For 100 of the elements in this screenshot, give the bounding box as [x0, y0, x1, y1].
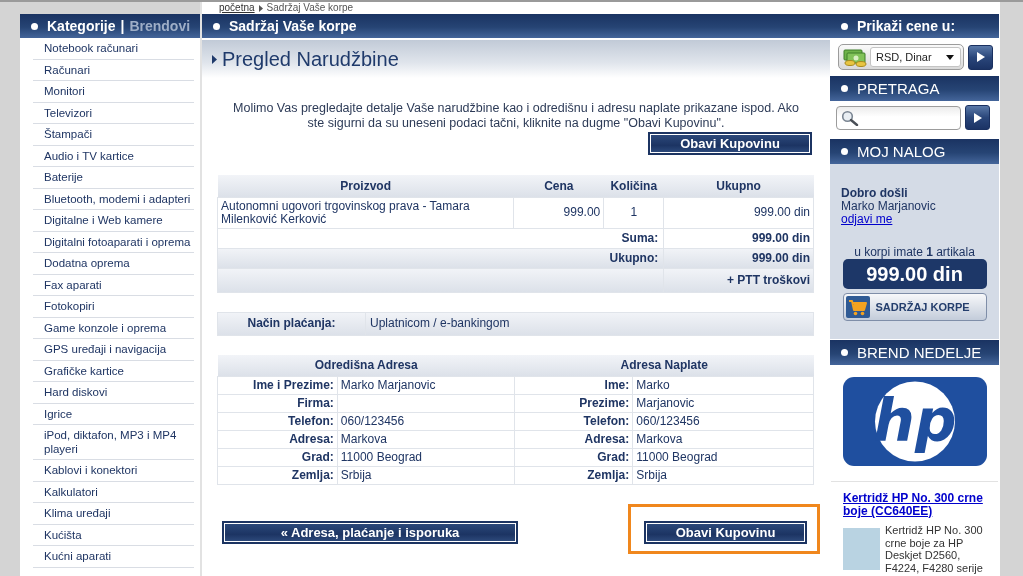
tab-separator: | — [120, 18, 125, 34]
address-label: Prezime: — [515, 394, 633, 413]
category-link[interactable]: Kućni aparati — [33, 546, 194, 568]
summary-label: Ukupno: — [217, 248, 664, 268]
category-link[interactable]: Fotokopiri — [33, 296, 194, 318]
currency-select[interactable]: RSD, Dinar — [838, 44, 964, 70]
address-label: Ime i Prezime: — [217, 376, 338, 395]
header-title: MOJ NALOG — [857, 142, 946, 161]
category-link[interactable]: Kalkulatori — [33, 481, 194, 503]
address-value: Markova — [632, 430, 814, 449]
column-header: Adresa Naplate — [515, 354, 814, 377]
category-link[interactable]: Igrice — [33, 403, 194, 425]
header-title: PRETRAGA — [857, 79, 940, 98]
column-header: Proizvod — [217, 175, 514, 197]
photo-placeholder — [843, 528, 880, 570]
category-link[interactable]: Kućišta — [33, 524, 194, 546]
address-label: Firma: — [217, 394, 338, 413]
intro-text: Molimo Vas pregledajte detalje Vaše narudžbine kao i odredišnu i adresu naplate prikazane ispod. Ako ste sigurni da su uneseni podaci tačni, kliknite na dugme "Obavi Kupovinu". — [232, 101, 800, 131]
address-label: Grad: — [515, 448, 633, 467]
address-value: 060/123456 — [632, 412, 814, 431]
logout-link[interactable]: odjavi me — [841, 213, 893, 226]
page-heading: Pregled Narudžbine — [222, 47, 399, 71]
summary-value: 999.00 din — [663, 228, 814, 248]
cart-total: 999.00 din — [842, 259, 987, 289]
column-header: Količina — [603, 175, 664, 197]
table-cell: 999.00 din — [663, 197, 814, 228]
category-link[interactable]: Grafičke kartice — [33, 360, 194, 382]
table-cell: Autonomni ugovori trgovinskog prava - Tamara Milenković Kerković — [217, 197, 514, 228]
category-link[interactable]: Game konzole i oprema — [33, 317, 194, 339]
brand-logo[interactable]: hp — [842, 377, 987, 466]
category-link[interactable]: Kablovi i konektori — [33, 460, 194, 482]
back-button[interactable]: « Adresa, plaćanje i isporuka — [222, 521, 518, 544]
greeting-text: Dobro došli — [840, 187, 909, 200]
address-value: Marko Marjanovic — [337, 376, 515, 395]
play-icon — [973, 112, 982, 123]
column-header: Odredišna Adresa — [217, 354, 515, 377]
category-link[interactable]: Digitalne i Web kamere — [33, 210, 194, 232]
play-icon — [976, 52, 985, 62]
go-button[interactable] — [968, 44, 993, 70]
address-value: Marjanovic — [632, 394, 814, 413]
user-name: Marko Marjanovic — [840, 200, 937, 213]
address-value: 060/123456 — [337, 412, 515, 431]
address-label: Adresa: — [217, 430, 338, 449]
category-link[interactable]: Računari — [33, 59, 194, 81]
header-title: Sadržaj Vaše korpe — [229, 17, 357, 35]
address-label: Zemlja: — [515, 466, 633, 485]
summary-value: 999.00 din — [663, 248, 814, 268]
search-icon — [841, 109, 859, 126]
bullet-icon — [841, 85, 848, 92]
address-value: Srbija — [337, 466, 515, 485]
column-header: Ukupno — [663, 175, 814, 197]
search-button[interactable] — [965, 105, 990, 130]
cart-icon — [845, 296, 870, 318]
address-label: Zemlja: — [217, 466, 338, 485]
category-link[interactable]: Televizori — [33, 102, 194, 124]
caret-right-icon — [258, 4, 263, 12]
bullet-icon — [31, 22, 38, 30]
category-link[interactable]: GPS uređaji i navigacija — [33, 339, 194, 361]
product-description: Kertridž HP No. 300 crne boje za HP Deskjet D2560, F4224, F4280 serije — [885, 524, 984, 574]
address-value: Marko — [632, 376, 814, 395]
category-link[interactable]: Fax aparati — [33, 274, 194, 296]
table-cell: 999.00 — [513, 197, 604, 228]
category-link[interactable]: Monitori — [33, 81, 194, 103]
category-link[interactable]: Štampači — [33, 124, 194, 146]
category-link[interactable]: Hard diskovi — [33, 382, 194, 404]
sidebar-tab[interactable]: Brendovi — [129, 18, 191, 34]
address-label: Telefon: — [217, 412, 338, 431]
bullet-icon — [841, 349, 848, 356]
product-link[interactable]: Kertridž HP No. 300 crne boje (CC640EE) — [830, 492, 999, 518]
address-value: Srbija — [632, 466, 814, 485]
bullet-icon — [841, 22, 848, 30]
breadcrumb-current: Sadržaj Vaše korpe — [266, 2, 354, 14]
address-value: 11000 Beograd — [337, 448, 515, 467]
cart-contents-button[interactable]: SADRŽAJ KORPE — [842, 293, 987, 321]
search-field[interactable] — [836, 105, 961, 130]
category-link[interactable]: Baterije — [33, 167, 194, 189]
category-link[interactable]: Digitalni fotoaparati i oprema — [33, 231, 194, 253]
address-value: Markova — [337, 430, 515, 449]
category-link[interactable]: iPod, diktafon, MP3 i MP4 playeri — [33, 425, 194, 460]
confirm-purchase-button[interactable]: Obavi Kupovinu — [648, 132, 812, 155]
address-label: Ime: — [515, 376, 633, 395]
caret-down-icon — [946, 54, 954, 60]
money-icon — [842, 47, 868, 67]
address-label: Adresa: — [515, 430, 633, 449]
category-link[interactable]: Bluetooth, modemi i adapteri — [33, 188, 194, 210]
address-label: Grad: — [217, 448, 338, 467]
sidebar-tab[interactable]: Kategorije — [47, 18, 116, 34]
category-link[interactable]: Notebook računari — [33, 38, 194, 60]
header-title: Prikaži cene u: — [857, 17, 956, 35]
confirm-purchase-button[interactable]: Obavi Kupovinu — [644, 521, 807, 544]
summary-value: + PTT troškovi — [663, 268, 814, 292]
breadcrumb-link[interactable]: početna — [219, 2, 255, 14]
bullet-icon — [841, 148, 848, 155]
category-link[interactable]: Klima uređaji — [33, 503, 194, 525]
category-link[interactable]: Audio i TV kartice — [33, 145, 194, 167]
column-header: Cena — [513, 175, 604, 197]
category-link[interactable]: Dodatna oprema — [33, 253, 194, 275]
address-label: Telefon: — [515, 412, 633, 431]
payment-label: Način plaćanja: — [217, 312, 366, 335]
table-cell: 1 — [603, 197, 664, 228]
